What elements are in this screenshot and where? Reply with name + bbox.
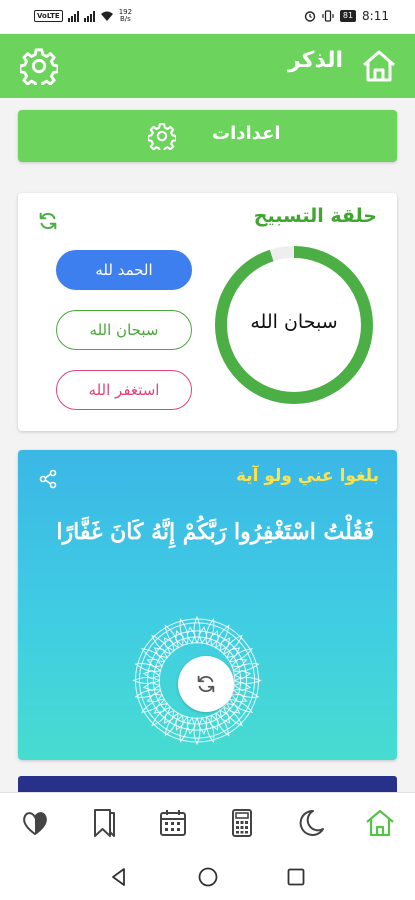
moon-icon[interactable]: [296, 807, 326, 839]
network-speed: 192 B/s: [119, 9, 132, 23]
speed-unit: B/s: [119, 15, 131, 23]
gear-icon: [146, 122, 178, 154]
heart-icon[interactable]: [20, 807, 50, 839]
settings-label: اعدادات: [212, 123, 281, 144]
refresh-icon: [197, 675, 215, 693]
system-nav-bar: [0, 854, 415, 900]
mandala-petal: [132, 677, 161, 684]
refresh-icon[interactable]: [37, 210, 59, 232]
verse-card: بلغوا عني ولو آية فَقُلْتُ اسْتَغْفِرُوا…: [18, 450, 397, 760]
next-card-peek: [18, 776, 397, 792]
home-circle-icon[interactable]: [197, 866, 219, 888]
tasbih-card: حلقة التسبيح سبحان الله الحمد لله سبحان …: [18, 193, 397, 431]
battery-icon: 81: [339, 10, 357, 22]
refresh-verse-button[interactable]: [178, 656, 234, 712]
tasbih-title: حلقة التسبيح: [253, 205, 377, 227]
subhanallah-button[interactable]: سبحان الله: [56, 310, 192, 350]
bookmark-icon[interactable]: [89, 807, 119, 839]
page-title: الذكر: [288, 48, 343, 73]
alhamdulillah-button[interactable]: الحمد لله: [56, 250, 192, 290]
alarm-icon: [304, 11, 316, 22]
status-left: VoLTE 192 B/s: [34, 9, 132, 23]
calendar-icon[interactable]: [158, 807, 188, 839]
nav-home-icon[interactable]: [365, 807, 395, 839]
vibrate-icon: [322, 10, 334, 22]
clock: 8:11: [362, 9, 389, 23]
share-icon[interactable]: [38, 469, 58, 489]
calculator-icon[interactable]: [227, 807, 257, 839]
wifi-icon: [100, 11, 113, 21]
verse-text: فَقُلْتُ اسْتَغْفِرُوا رَبَّكُمْ إِنَّهُ…: [56, 519, 374, 545]
verse-title: بلغوا عني ولو آية: [235, 466, 379, 486]
current-dhikr: سبحان الله: [250, 311, 338, 333]
status-right: 81 8:11: [304, 9, 389, 23]
signal-icon-2: [83, 10, 95, 22]
bottom-nav: [0, 792, 415, 854]
gear-icon[interactable]: [18, 47, 60, 90]
mandala-petal: [233, 677, 262, 684]
recents-icon[interactable]: [285, 866, 307, 888]
astaghfirullah-button[interactable]: استغفر الله: [56, 370, 192, 410]
signal-icon: [67, 10, 79, 22]
app-bar: الذكر: [0, 34, 415, 98]
back-icon[interactable]: [108, 866, 130, 888]
mandala-petal: [193, 615, 201, 644]
home-icon[interactable]: [361, 48, 397, 84]
settings-button[interactable]: اعدادات: [18, 110, 397, 162]
volte-indicator: VoLTE: [34, 10, 63, 22]
mandala-petal: [193, 717, 201, 746]
status-bar: VoLTE 192 B/s 81 8:11: [0, 0, 415, 34]
